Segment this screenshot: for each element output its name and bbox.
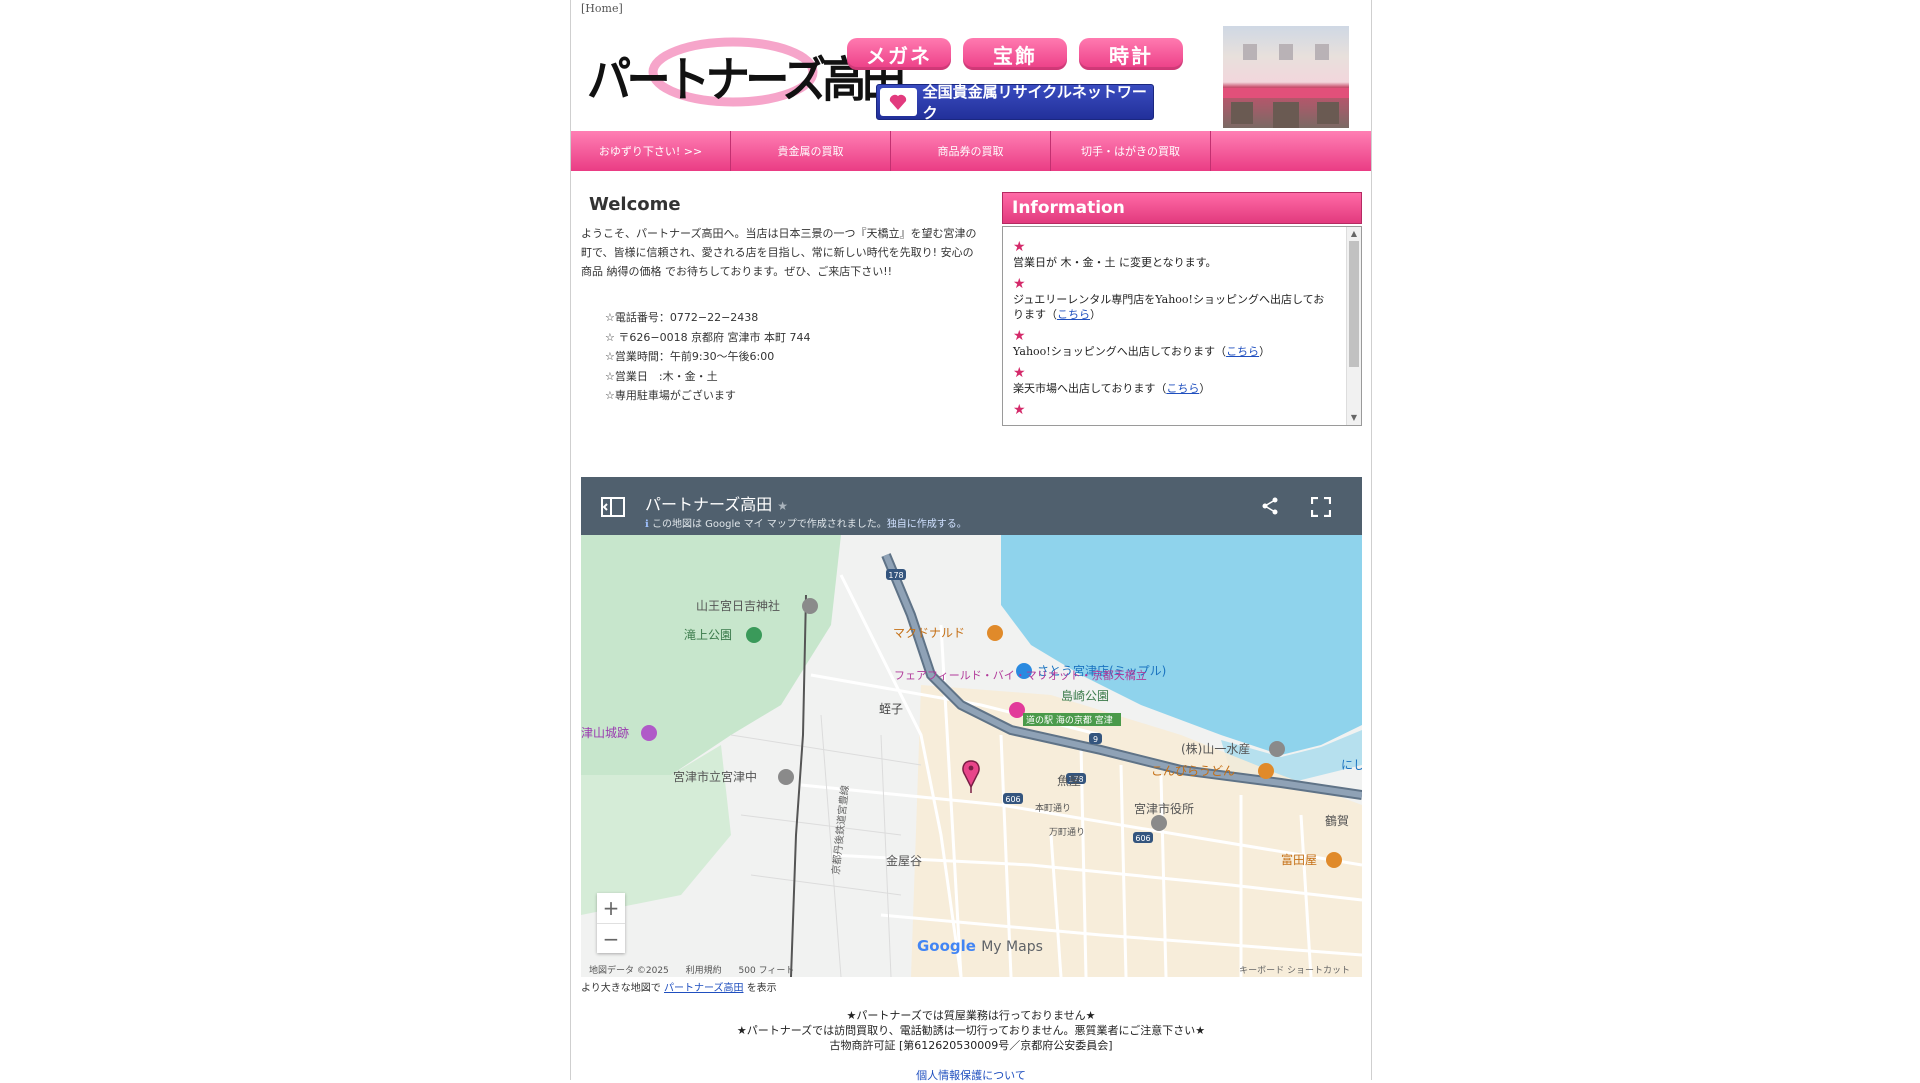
route-178-label: 178 xyxy=(888,571,903,580)
info-link[interactable]: こちら xyxy=(1166,382,1199,395)
map-terms-link[interactable]: 利用規約 xyxy=(686,966,722,976)
site-logo[interactable]: パートナーズ高田 xyxy=(583,22,906,122)
label-shiyakusho: 宮津市役所 xyxy=(1134,801,1194,816)
label-hommachi: 本町通り xyxy=(1035,802,1071,814)
info-item: Yahoo!ショッピングへ出店しております（こちら） xyxy=(1013,345,1271,358)
label-mcdonalds: マクドナルド xyxy=(893,626,965,640)
scroll-thumb[interactable] xyxy=(1349,241,1359,367)
star-icon[interactable]: ★ xyxy=(777,499,788,513)
map-footer: 地図データ ©2025 利用規約 500 フィート xyxy=(589,963,808,976)
share-icon[interactable] xyxy=(1260,496,1280,516)
page-container: [Home] パートナーズ高田 メガネ 宝飾 時計 全国貴金属リサイクルネットワ… xyxy=(570,0,1372,1083)
information-box[interactable]: ★ 営業日が 木・金・土 に変更となります。 ★ ジュエリーレンタル専門店をYa… xyxy=(1002,226,1362,426)
scroll-up-arrow-icon[interactable]: ▲ xyxy=(1347,228,1361,240)
welcome-title: Welcome xyxy=(589,194,681,215)
recycle-network-banner[interactable]: 全国貴金属リサイクルネットワーク xyxy=(876,83,1154,122)
star-icon: ★ xyxy=(1013,365,1026,381)
map-subtitle: ℹ この地図は Google マイ マップで作成されました。独自に作成する。 xyxy=(645,519,967,530)
label-school: 宮津市立宮津中 xyxy=(673,769,757,784)
nav-item-precious-metals[interactable]: 貴金属の買取 xyxy=(731,131,891,171)
store-photo xyxy=(1223,26,1349,128)
zoom-controls: + − xyxy=(597,893,625,953)
label-shimazaki-park: 島崎公園 xyxy=(1061,688,1109,703)
notice-line: 古物商許可証 [第612620530009号／京都府公安委員会] xyxy=(829,1039,1113,1052)
store-details: ☆電話番号：0772−22−2438 ☆ 〒626−0018 京都府 宮津市 本… xyxy=(605,308,811,406)
route-9-label: 9 xyxy=(1093,735,1098,744)
star-icon: ★ xyxy=(1013,276,1026,292)
info-item: ジュエリーレンタル専門店をYahoo!ショッピングへ出店しております（こちら） xyxy=(1013,293,1325,321)
larger-map-line: より大きな地図で パートナーズ高田 を表示 xyxy=(581,983,777,994)
larger-map-link[interactable]: パートナーズ高田 xyxy=(664,983,744,994)
nav-item-stamps[interactable]: 切手・はがきの買取 xyxy=(1051,131,1211,171)
label-uoya: 魚屋 xyxy=(1057,774,1081,788)
star-icon: ★ xyxy=(1013,402,1026,418)
info-scrollbar[interactable]: ▲ ▼ xyxy=(1346,227,1361,425)
star-icon: ★ xyxy=(1013,328,1026,344)
create-map-link[interactable]: 独自に作成する。 xyxy=(887,519,967,530)
fullscreen-icon[interactable] xyxy=(1311,497,1331,517)
label-yamaichi: (株)山一水産 xyxy=(1181,741,1250,756)
route-606-label: 606 xyxy=(1005,795,1020,804)
recycle-banner-label: 全国貴金属リサイクルネットワーク xyxy=(922,83,1147,122)
embedded-map[interactable]: パートナーズ高田 ★ ℹ この地図は Google マイ マップで作成されました… xyxy=(581,477,1362,977)
label-takigami-park: 滝上公園 xyxy=(684,628,732,642)
main-nav: おゆずり下さい! >> 貴金属の買取 商品券の買取 切手・はがきの買取 xyxy=(571,131,1371,171)
notice-block: ★パートナーズでは質屋業務は行っておりません★ ★パートナーズでは訪問買取り、電… xyxy=(571,1008,1371,1053)
label-tsuruga: 鶴賀 xyxy=(1325,813,1349,828)
label-mancho: 万町通り xyxy=(1049,827,1085,838)
notice-line: ★パートナーズでは訪問買取り、電話勧誘は一切行っておりません。悪質業者にご注意下… xyxy=(736,1024,1206,1037)
google-my-maps-logo: Google My Maps xyxy=(917,937,1043,955)
store-parking: ☆専用駐車場がございます xyxy=(605,389,736,402)
home-link[interactable]: [Home] xyxy=(581,2,623,15)
nav-item-gift-cards[interactable]: 商品券の買取 xyxy=(891,131,1051,171)
info-link[interactable]: こちら xyxy=(1226,345,1259,358)
privacy-link[interactable]: 個人情報保護について xyxy=(571,1067,1371,1083)
label-shrine: 山王宮日吉神社 xyxy=(696,598,780,613)
label-nishi: にし xyxy=(1341,758,1362,772)
map-data-copyright: 地図データ ©2025 xyxy=(589,966,669,976)
map-canvas[interactable]: 178 9 178 606 606 山王宮日吉神社 滝上公園 マクドナルド さと… xyxy=(581,535,1362,977)
heart-icon xyxy=(880,88,917,116)
star-icon: ★ xyxy=(1013,239,1026,255)
label-ebisu: 蛭子 xyxy=(879,701,903,716)
label-hotel: フェアフィールド・バイ・マリオット・京都天橋立 xyxy=(894,668,1147,682)
label-tomitaya: 富田屋 xyxy=(1281,852,1317,867)
scroll-down-arrow-icon[interactable]: ▼ xyxy=(1347,412,1361,424)
label-konpira: こんぴらうどん xyxy=(1151,764,1235,778)
info-item: 楽天市場へ出店しております（こちら） xyxy=(1013,382,1211,395)
map-title: パートナーズ高田 ★ xyxy=(645,495,789,514)
welcome-paragraph: ようこそ、パートナーズ高田へ。当店は日本三景の一つ『天橋立』を望む宮津の町で、皆… xyxy=(581,227,977,278)
category-jewelry-button[interactable]: 宝飾 xyxy=(963,38,1067,70)
information-title: Information xyxy=(1002,192,1362,224)
map-scale: 500 フィート xyxy=(738,966,795,976)
map-header: パートナーズ高田 ★ ℹ この地図は Google マイ マップで作成されました… xyxy=(581,477,1362,535)
zoom-out-button[interactable]: − xyxy=(597,924,625,954)
route-606-label-2: 606 xyxy=(1135,834,1150,843)
store-phone: ☆電話番号：0772−22−2438 xyxy=(605,311,759,324)
label-kanaya: 金屋谷 xyxy=(886,853,922,868)
store-business-days: ☆営業日 :木・金・土 xyxy=(605,369,718,383)
zoom-in-button[interactable]: + xyxy=(597,893,625,924)
info-link[interactable]: こちら xyxy=(1057,308,1090,321)
nav-item-empty xyxy=(1211,131,1371,171)
store-hours: ☆営業時間：午前9:30〜午後6:00 xyxy=(605,350,775,363)
store-address: ☆ 〒626−0018 京都府 宮津市 本町 744 xyxy=(605,330,811,344)
label-michinoeki: 道の駅 海の京都 宮津 xyxy=(1026,714,1113,726)
info-item: 営業日が 木・金・土 に変更となります。 xyxy=(1013,256,1217,269)
category-watch-button[interactable]: 時計 xyxy=(1079,38,1183,70)
label-castle: 津山城跡 xyxy=(581,725,629,740)
info-icon: ℹ xyxy=(645,519,649,530)
keyboard-shortcuts-link[interactable]: キーボード ショートカット xyxy=(1239,963,1350,976)
notice-line: ★パートナーズでは質屋業務は行っておりません★ xyxy=(846,1009,1096,1022)
map-legend-icon[interactable] xyxy=(601,497,625,517)
category-glasses-button[interactable]: メガネ xyxy=(847,38,951,70)
nav-item-sell[interactable]: おゆずり下さい! >> xyxy=(571,131,731,171)
